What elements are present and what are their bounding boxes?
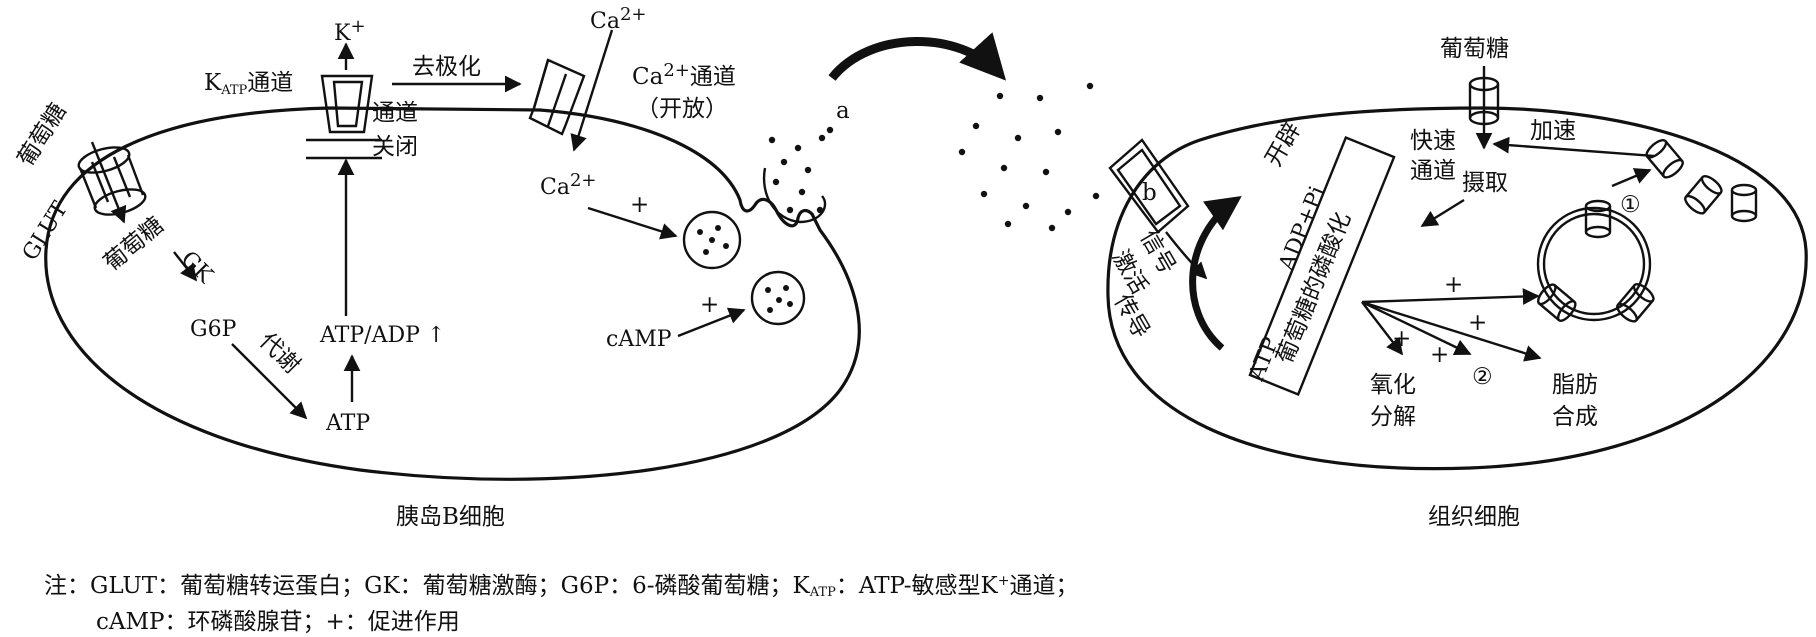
metabolism-label: 代谢: [254, 328, 305, 379]
exocytosis-pit: [762, 167, 827, 224]
uptake-arrow: [1420, 198, 1465, 228]
hormone-transport-arc: [828, 32, 1007, 81]
open-label: 开辟: [1261, 118, 1307, 171]
atp-adp-label: ATP/ADP ↑: [319, 323, 445, 348]
glucose-tissue-label: 葡萄糖: [1440, 36, 1509, 62]
footnote-line-1: 注：GLUT：葡萄糖转运蛋白；GK：葡萄糖激酶；G6P：6-磷酸葡萄糖；KATP…: [44, 573, 1079, 600]
ca-top-label: Ca2+: [590, 4, 647, 34]
channel-closed-label-1: 通道: [372, 100, 418, 126]
accelerate-arrow: [1492, 136, 1655, 158]
katp-channel: [306, 74, 382, 160]
tissue-cell-caption: 组织细胞: [1428, 504, 1520, 530]
accelerate-label: 加速: [1530, 118, 1576, 144]
katp-label: KATP通道: [204, 70, 293, 98]
label-a: a: [836, 98, 850, 124]
k-ion-label: K+: [334, 16, 366, 46]
glut4-vesicle: [1536, 199, 1655, 323]
islet-b-cell: [44, 106, 861, 481]
gk-label: GK: [176, 247, 218, 289]
plus-sign-ca: +: [630, 192, 649, 218]
plus-sign-camp: +: [700, 292, 719, 318]
fast-channel-label-2: 通道: [1410, 158, 1456, 184]
plus-sign-fat: +: [1468, 310, 1487, 336]
islet-cell-membrane: [44, 106, 861, 481]
g6p-label: G6P: [190, 317, 237, 342]
circled-2: ②: [1472, 364, 1493, 390]
atp-label: ATP: [325, 411, 370, 436]
circled-1: ①: [1620, 192, 1641, 218]
translocating-transporters: [1645, 138, 1758, 223]
ca-channel-label: Ca2+通道: [632, 60, 736, 90]
ca-inner-label: Ca2+: [540, 170, 597, 200]
label-b: b: [1142, 180, 1157, 206]
channel-closed-label-2: 关闭: [372, 134, 418, 160]
glucose-inside-label: 葡萄糖: [99, 212, 169, 276]
insulin-vesicle-1: [682, 210, 742, 270]
plus-sign-vesicle: +: [1444, 272, 1463, 298]
plus-sign-2: +: [1430, 342, 1449, 368]
glucose-label: 葡萄糖: [13, 99, 72, 171]
islet-cell-caption: 胰岛B细胞: [396, 504, 505, 530]
depolarization-label: 去极化: [412, 54, 481, 80]
fast-channel-label-1: 快速: [1410, 128, 1456, 154]
uptake-label: 摄取: [1462, 170, 1508, 196]
fat-label-2: 合成: [1552, 404, 1598, 430]
insulin-dots-free: [958, 82, 1100, 232]
oxidation-label-1: 氧化: [1370, 372, 1416, 398]
translocation-arrow: [1611, 168, 1652, 188]
diagram-canvas: 葡萄糖 GLUT 葡萄糖 GK G6P 代谢 ATP ATP/ADP ↑ K+ …: [13, 4, 1808, 530]
ca-channel: [528, 58, 586, 136]
fat-label-1: 脂肪: [1552, 372, 1598, 398]
plus-sign-oxidation: +: [1392, 326, 1411, 352]
atp-consumption-arc: [1189, 196, 1242, 351]
oxidation-label-2: 分解: [1370, 404, 1416, 430]
downstream-arrows: [1361, 288, 1542, 362]
insulin-vesicle-2: [750, 270, 806, 326]
ca-channel-open-label: （开放）: [636, 96, 728, 122]
footnote-line-2: cAMP：环磷酸腺苷；+：促进作用: [96, 609, 460, 635]
camp-label: cAMP: [606, 327, 672, 352]
